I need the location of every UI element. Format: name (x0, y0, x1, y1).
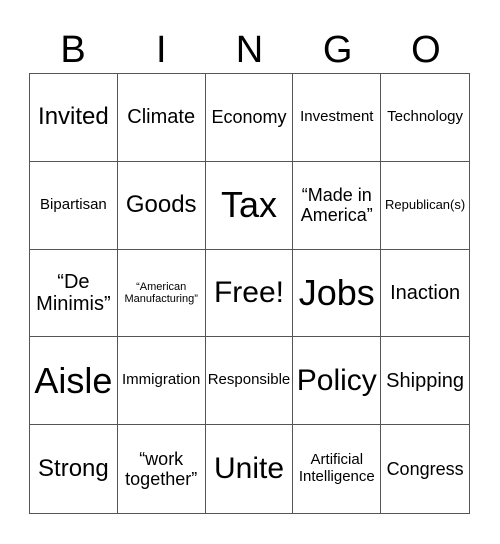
bingo-cell: Goods (117, 161, 206, 250)
bingo-cell: Shipping (381, 337, 469, 426)
header-letter-g: G (322, 29, 353, 71)
bingo-cell: Investment (293, 74, 382, 162)
bingo-cell: Jobs (293, 249, 382, 338)
bingo-cell: Climate (117, 74, 206, 162)
bingo-header: B I N G O (29, 30, 470, 70)
bingo-cell: Policy (293, 337, 382, 426)
bingo-cell: “American Manufacturing” (117, 249, 206, 338)
bingo-cell: “work together” (118, 425, 206, 513)
bingo-cell: Technology (381, 74, 469, 162)
header-letter-o: O (411, 29, 441, 71)
bingo-cell: Unite (206, 425, 294, 513)
bingo-cell: “Made in America” (293, 161, 382, 250)
bingo-grid: Invited Climate Economy Investment Technolog… (29, 73, 470, 514)
header-letter-b: B (60, 29, 86, 71)
bingo-cell: Inaction (381, 250, 469, 338)
header-letter-i: I (156, 29, 167, 71)
bingo-cell: Bipartisan (30, 161, 118, 250)
header-letter-n: N (235, 29, 264, 71)
bingo-cell: Strong (30, 425, 118, 513)
bingo-cell: Republican(s) (381, 162, 469, 250)
bingo-cell: Invited (30, 74, 118, 162)
bingo-cell: Economy (205, 74, 294, 162)
bingo-cell: Responsible (205, 337, 294, 426)
bingo-cell: Congress (386, 459, 464, 480)
bingo-cell: Tax (205, 161, 294, 250)
bingo-cell: Artificial Intelligence (293, 425, 382, 513)
bingo-cell: Free! (205, 249, 294, 338)
bingo-cell: Immigration (117, 337, 206, 426)
bingo-cell: “De Minimis” (30, 249, 118, 338)
bingo-cell: Aisle (30, 337, 118, 426)
